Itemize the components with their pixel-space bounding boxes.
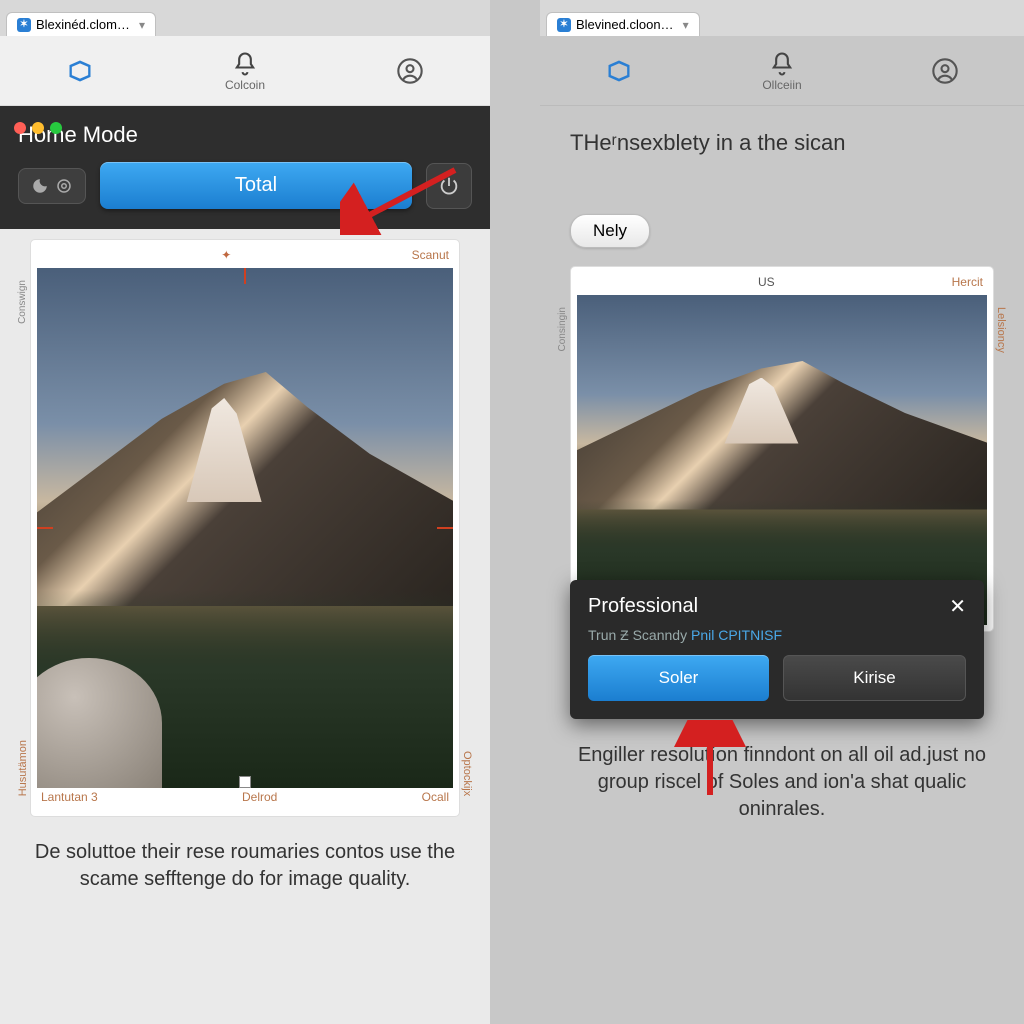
preview-label-tc: US [758, 275, 775, 289]
left-panel: ✶ Blexinéd.clom… ▾ Colcoin Home Mode Tot… [0, 0, 490, 1024]
window-traffic-lights[interactable] [14, 122, 62, 134]
preview-image[interactable] [577, 295, 987, 625]
scan-preview: ✦ Scanut Husutämon Optockijx Conswign La… [30, 239, 460, 817]
preview-label-br[interactable]: Ocall [422, 790, 449, 804]
crop-handle-top[interactable] [244, 268, 246, 284]
side-label-left: Husutämon [17, 740, 29, 796]
crop-handle-right[interactable] [437, 527, 453, 529]
soler-button[interactable]: Soler [588, 655, 769, 701]
modal-subtitle: Trun Ƶ Scanndy Pnil CPITNISF [588, 627, 966, 643]
profile-icon[interactable] [396, 57, 424, 85]
kirise-button[interactable]: Kirise [783, 655, 966, 701]
side-label-left-top: Conswign [17, 280, 28, 324]
bell-icon[interactable]: Colcoin [225, 50, 265, 92]
profile-icon[interactable] [931, 57, 959, 85]
target-icon [55, 177, 73, 195]
side-label-left-top: Consingin [557, 307, 568, 351]
bell-label: Ollceiin [762, 78, 801, 92]
mode-title: Home Mode [18, 122, 472, 148]
app-icon-bar: Ollceiin [540, 36, 1024, 106]
right-heading: THeʳnsexblety in a the sican [540, 106, 1024, 166]
favicon-icon: ✶ [17, 18, 31, 32]
moon-icon [31, 177, 49, 195]
chevron-down-icon[interactable]: ▾ [139, 18, 145, 32]
side-label-right: Lelsioncy [995, 307, 1007, 353]
preview-label-tr[interactable]: Hercit [952, 275, 983, 289]
professional-modal: Professional ✕ Trun Ƶ Scanndy Pnil CPITN… [570, 580, 984, 719]
crop-handle-bottom[interactable] [239, 776, 251, 788]
pin-icon[interactable]: ✦ [221, 248, 231, 262]
zoom-dot-icon[interactable] [50, 122, 62, 134]
total-button[interactable]: Total [100, 162, 412, 209]
bell-label: Colcoin [225, 78, 265, 92]
left-caption: De soluttoe their rese roumaries contos … [0, 825, 490, 913]
browser-tab[interactable]: ✶ Blexinéd.clom… ▾ [6, 12, 156, 36]
minimize-dot-icon[interactable] [32, 122, 44, 134]
browser-tab[interactable]: ✶ Blevined.cloon… ▾ [546, 12, 700, 36]
favicon-icon: ✶ [557, 18, 571, 32]
preview-label-bl[interactable]: Lantutan 3 [41, 790, 98, 804]
browser-tab-bar: ✶ Blexinéd.clom… ▾ [0, 0, 490, 36]
modal-title: Professional [588, 595, 698, 618]
close-icon[interactable]: ✕ [949, 594, 966, 619]
power-icon [438, 175, 460, 197]
close-dot-icon[interactable] [14, 122, 26, 134]
preview-label-tr[interactable]: Scanut [412, 248, 449, 262]
side-label-right: Optockijx [461, 751, 473, 796]
app-icon-bar: Colcoin [0, 36, 490, 106]
power-button[interactable] [426, 163, 472, 209]
crop-handle-left[interactable] [37, 527, 53, 529]
preview-image[interactable] [37, 268, 453, 788]
right-panel: ✶ Blevined.cloon… ▾ Ollceiin THeʳnsexble… [490, 0, 1024, 1024]
mode-toolbar: Home Mode Total [0, 106, 490, 229]
box-icon[interactable] [605, 57, 633, 85]
chevron-down-icon[interactable]: ▾ [683, 18, 689, 32]
scan-preview: US Hercit Consingin Lelsioncy [570, 266, 994, 632]
browser-tab-bar: ✶ Blevined.cloon… ▾ [540, 0, 1024, 36]
bell-icon[interactable]: Ollceiin [762, 50, 801, 92]
tab-title: Blevined.cloon… [576, 17, 674, 32]
tab-title: Blexinéd.clom… [36, 17, 130, 32]
preview-label-bc[interactable]: Delrod [242, 790, 277, 804]
nely-button[interactable]: Nely [570, 214, 650, 248]
box-icon[interactable] [66, 57, 94, 85]
tool-pill[interactable] [18, 168, 86, 204]
